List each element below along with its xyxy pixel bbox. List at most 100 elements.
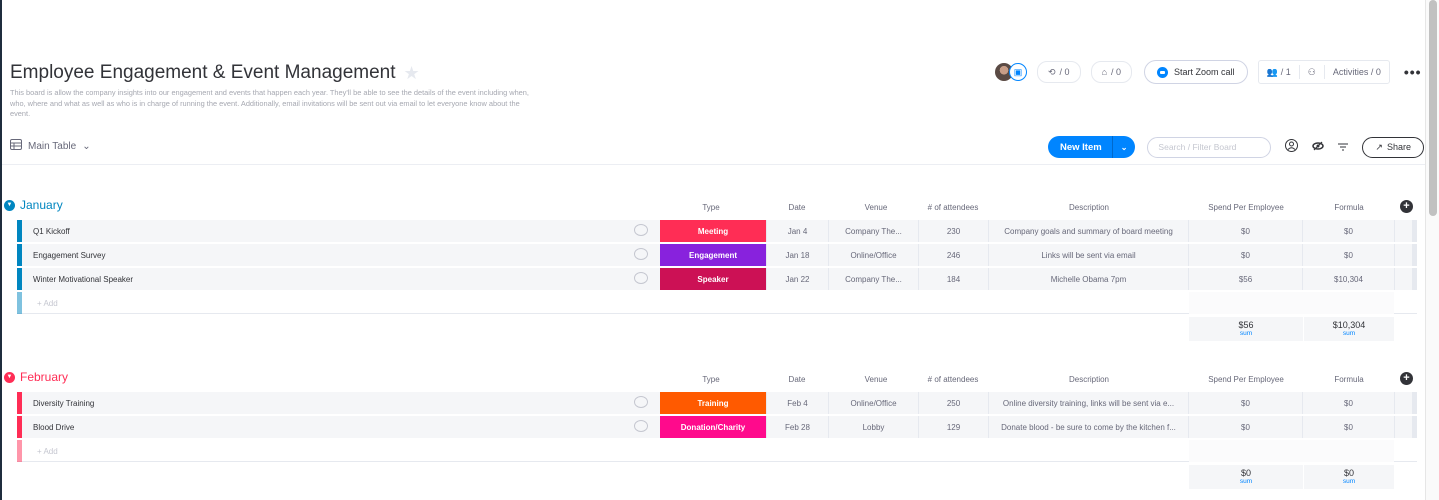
venue-cell[interactable]: Company The... <box>828 220 918 242</box>
table-row[interactable]: Blood Drive Donation/Charity Feb 28 Lobby 1… <box>17 416 1417 438</box>
group-title[interactable]: January <box>20 198 63 212</box>
venue-cell[interactable]: Lobby <box>828 416 918 438</box>
venue-cell[interactable]: Online/Office <box>828 392 918 414</box>
integrations-button[interactable]: ⟲ / 0 <box>1037 61 1081 83</box>
attendees-cell[interactable]: 129 <box>918 416 988 438</box>
scrollbar-track[interactable] <box>1425 0 1439 500</box>
date-cell[interactable]: Feb 28 <box>766 416 828 438</box>
item-name[interactable]: Diversity Training <box>33 399 94 408</box>
spend-cell[interactable]: $0 <box>1188 220 1302 242</box>
date-cell[interactable]: Feb 4 <box>766 392 828 414</box>
add-item-input[interactable]: + Add <box>37 447 58 456</box>
new-item-button[interactable]: New Item ⌄ <box>1048 136 1136 158</box>
scrollbar-thumb[interactable] <box>1429 0 1437 216</box>
venue-cell[interactable]: Company The... <box>828 268 918 290</box>
person-filter-icon[interactable] <box>1285 139 1299 155</box>
collapse-toggle-icon[interactable]: ▼ <box>4 371 15 383</box>
comment-icon[interactable] <box>634 420 648 432</box>
group-header[interactable]: ▼ February <box>4 370 68 384</box>
item-name[interactable]: Engagement Survey <box>33 251 106 260</box>
sum-label: sum <box>1342 330 1356 337</box>
date-cell[interactable]: Jan 22 <box>766 268 828 290</box>
board-header: Employee Engagement & Event Management ★ <box>10 62 420 84</box>
group-title[interactable]: February <box>20 370 68 384</box>
table-row[interactable]: Winter Motivational Speaker Speaker Jan 2… <box>17 268 1417 290</box>
formula-cell[interactable]: $10,304 <box>1302 268 1394 290</box>
column-header[interactable]: Description <box>1029 203 1149 212</box>
attendees-cell[interactable]: 184 <box>918 268 988 290</box>
item-name[interactable]: Blood Drive <box>33 423 74 432</box>
status-badge[interactable]: Training <box>660 392 766 414</box>
comment-icon[interactable] <box>634 272 648 284</box>
column-header[interactable]: # of attendees <box>893 375 1013 384</box>
spend-cell[interactable]: $56 <box>1188 268 1302 290</box>
search-input[interactable]: Search / Filter Board <box>1147 136 1272 158</box>
chevron-down-icon[interactable]: ⌄ <box>82 141 90 152</box>
comment-icon[interactable] <box>634 396 648 408</box>
status-badge[interactable]: Meeting <box>660 220 766 242</box>
spend-cell[interactable]: $0 <box>1188 416 1302 438</box>
column-header[interactable]: Formula <box>1289 375 1409 384</box>
date-cell[interactable]: Jan 18 <box>766 244 828 266</box>
filter-icon[interactable] <box>1338 140 1349 154</box>
item-name[interactable]: Winter Motivational Speaker <box>33 275 133 284</box>
table-row[interactable]: Engagement Survey Engagement Jan 18 Online… <box>17 244 1417 266</box>
formula-sum[interactable]: $0 sum <box>1304 465 1394 489</box>
table-row[interactable]: Diversity Training Training Feb 4 Online/O… <box>17 392 1417 414</box>
description-cell[interactable]: Michelle Obama 7pm <box>988 268 1188 290</box>
formula-cell[interactable]: $0 <box>1302 392 1394 414</box>
formula-cell[interactable]: $0 <box>1302 244 1394 266</box>
spend-cell[interactable]: $0 <box>1188 244 1302 266</box>
attendees-cell[interactable]: 250 <box>918 392 988 414</box>
chevron-down-icon[interactable]: ⌄ <box>1111 136 1136 158</box>
formula-cell[interactable]: $0 <box>1302 416 1394 438</box>
formula-cell[interactable]: $0 <box>1302 220 1394 242</box>
attendees-cell[interactable]: 230 <box>918 220 988 242</box>
members-button[interactable]: 👥 / 1 <box>1259 65 1299 79</box>
attendees-cell[interactable]: 246 <box>918 244 988 266</box>
board-permissions-button[interactable]: ⚇ <box>1298 65 1324 79</box>
board-description[interactable]: This board is allow the company insights… <box>10 88 530 120</box>
column-header[interactable]: Spend Per Employee <box>1186 375 1306 384</box>
board-title[interactable]: Employee Engagement & Event Management <box>10 62 396 84</box>
column-header[interactable]: Spend Per Employee <box>1186 203 1306 212</box>
description-cell[interactable]: Donate blood - be sure to come by the ki… <box>988 416 1188 438</box>
share-label: Share <box>1386 142 1411 152</box>
start-zoom-call-button[interactable]: Start Zoom call <box>1144 60 1248 84</box>
more-options-icon[interactable]: ••• <box>1404 64 1422 80</box>
description-cell[interactable]: Links will be sent via email <box>988 244 1188 266</box>
status-badge[interactable]: Engagement <box>660 244 766 266</box>
status-badge[interactable]: Donation/Charity <box>660 416 766 438</box>
column-header[interactable]: # of attendees <box>893 203 1013 212</box>
view-tab-main-table[interactable]: Main Table ⌄ <box>10 139 91 153</box>
group-header[interactable]: ▼ January <box>4 198 63 212</box>
comment-icon[interactable] <box>634 248 648 260</box>
spend-sum[interactable]: $0 sum <box>1189 465 1303 489</box>
spend-cell[interactable]: $0 <box>1188 392 1302 414</box>
invite-member-icon[interactable]: ▣ <box>1009 63 1027 81</box>
description-cell[interactable]: Online diversity training, links will be… <box>988 392 1188 414</box>
column-header[interactable]: Formula <box>1289 203 1409 212</box>
status-badge[interactable]: Speaker <box>660 268 766 290</box>
add-item-input[interactable]: + Add <box>37 299 58 308</box>
item-name[interactable]: Q1 Kickoff <box>33 227 70 236</box>
venue-cell[interactable]: Online/Office <box>828 244 918 266</box>
share-button[interactable]: ↗ Share <box>1362 136 1424 158</box>
column-header[interactable]: Description <box>1029 375 1149 384</box>
star-icon[interactable]: ★ <box>404 63 420 84</box>
automations-button[interactable]: ⌂ / 0 <box>1090 61 1133 83</box>
collapse-toggle-icon[interactable]: ▼ <box>4 199 15 211</box>
table-row[interactable]: Q1 Kickoff Meeting Jan 4 Company The... 230… <box>17 220 1417 242</box>
formula-sum[interactable]: $10,304 sum <box>1304 317 1394 341</box>
activities-button[interactable]: Activities / 0 <box>1323 65 1389 79</box>
add-item-row[interactable]: + Add <box>17 292 1417 314</box>
add-column-icon[interactable]: + <box>1400 200 1413 213</box>
hide-columns-icon[interactable] <box>1312 140 1325 154</box>
comment-icon[interactable] <box>634 224 648 236</box>
spend-sum[interactable]: $56 sum <box>1189 317 1303 341</box>
add-item-row[interactable]: + Add <box>17 440 1417 462</box>
date-cell[interactable]: Jan 4 <box>766 220 828 242</box>
description-cell[interactable]: Company goals and summary of board meeti… <box>988 220 1188 242</box>
add-column-icon[interactable]: + <box>1400 372 1413 385</box>
new-item-label[interactable]: New Item <box>1048 142 1112 153</box>
